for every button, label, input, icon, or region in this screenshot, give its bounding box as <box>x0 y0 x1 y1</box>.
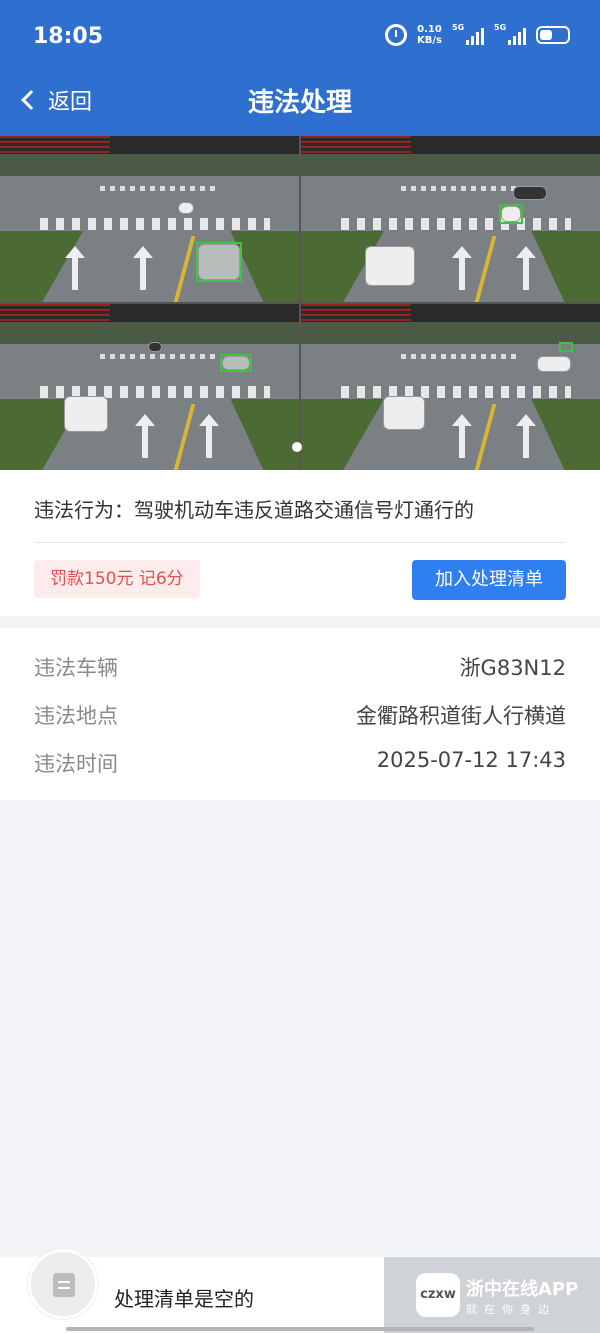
signal-icon-sim2: 5G <box>494 23 526 45</box>
violation-behavior-text: 驾驶机动车违反道路交通信号灯通行的 <box>134 498 474 522</box>
sim2-tag: 5G <box>494 23 507 32</box>
sim1-tag: 5G <box>452 23 465 32</box>
violation-behavior: 违法行为：驾驶机动车违反道路交通信号灯通行的 <box>34 494 474 523</box>
detail-row-time: 违法时间 2025-07-12 17:43 <box>34 748 566 780</box>
app-header: 18:05 0.10 KB/s 5G 5G 返回 违法处理 <box>0 0 600 136</box>
processing-list-bar: 处理清单是空的 czxw 浙中在线APP 就在你身边 <box>0 1249 600 1333</box>
signal-icon-sim1: 5G <box>452 23 484 45</box>
carousel-pager-dot <box>292 442 302 452</box>
violation-details: 违法车辆 浙G83N12 违法地点 金衢路积道街人行横道 违法时间 2025-0… <box>0 628 600 800</box>
detail-value: 金衢路积道街人行横道 <box>356 704 566 728</box>
watermark-logo: czxw <box>416 1273 460 1317</box>
home-indicator[interactable] <box>66 1327 534 1331</box>
evidence-photo-carousel[interactable] <box>0 136 600 470</box>
processing-list-empty-text: 处理清单是空的 <box>114 1287 254 1311</box>
violation-card: 违法行为：驾驶机动车违反道路交通信号灯通行的 罚款150元 记6分 加入处理清单 <box>0 470 600 616</box>
page-title: 违法处理 <box>247 88 352 118</box>
detail-label: 违法时间 <box>34 752 118 776</box>
evidence-photo[interactable] <box>0 304 299 470</box>
evidence-photo[interactable] <box>301 304 600 470</box>
watermark-area: czxw 浙中在线APP 就在你身边 <box>384 1257 600 1333</box>
network-speed: 0.10 KB/s <box>417 24 442 46</box>
network-speed-value: 0.10 <box>417 24 442 35</box>
divider <box>34 542 566 543</box>
battery-icon <box>536 26 570 44</box>
status-bar: 18:05 0.10 KB/s 5G 5G <box>0 0 600 70</box>
network-speed-unit: KB/s <box>417 35 442 46</box>
detail-value: 2025-07-12 17:43 <box>376 748 566 772</box>
detail-row-location: 违法地点 金衢路积道街人行横道 <box>34 700 566 732</box>
add-to-list-button[interactable]: 加入处理清单 <box>412 560 566 600</box>
evidence-photo[interactable] <box>0 136 299 302</box>
status-icons: 0.10 KB/s 5G 5G <box>385 23 570 46</box>
nav-bar: 返回 违法处理 <box>0 70 600 136</box>
detail-label: 违法车辆 <box>34 656 118 680</box>
alarm-icon <box>385 24 408 46</box>
status-time: 18:05 <box>33 24 104 49</box>
evidence-photo[interactable] <box>301 136 600 302</box>
processing-list-icon[interactable] <box>28 1249 98 1319</box>
watermark-subtitle: 就在你身边 <box>466 1303 556 1316</box>
fine-badge: 罚款150元 记6分 <box>34 560 200 598</box>
detail-value: 浙G83N12 <box>459 656 566 680</box>
detail-row-vehicle: 违法车辆 浙G83N12 <box>34 652 566 684</box>
detail-label: 违法地点 <box>34 704 118 728</box>
watermark-title: 浙中在线APP <box>466 1279 579 1300</box>
violation-behavior-label: 违法行为： <box>34 498 134 522</box>
